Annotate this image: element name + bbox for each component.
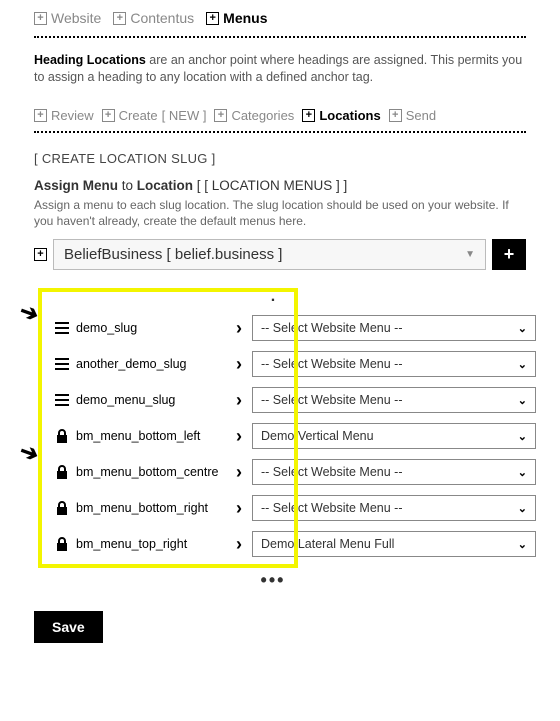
website-select-value: BeliefBusiness [ belief.business ] (64, 246, 282, 263)
save-button[interactable]: Save (34, 611, 103, 643)
lock-icon (54, 501, 70, 515)
assign-subtext: Assign a menu to each slug location. The… (34, 197, 526, 229)
menu-select[interactable]: -- Select Website Menu -- ⌄ (252, 387, 536, 413)
lock-icon (54, 537, 70, 551)
menu-select-value: -- Select Website Menu -- (261, 357, 402, 371)
tab-new-badge: [ NEW ] (162, 108, 207, 123)
plus-icon: + (214, 109, 227, 122)
assign-heading: Assign Menu to Location [ [ LOCATION MEN… (34, 178, 526, 193)
menu-select[interactable]: -- Select Website Menu -- ⌄ (252, 495, 536, 521)
chevron-right-icon: › (232, 354, 246, 375)
slug-area: . ➔ ➔ demo_slug›-- Select Website Menu -… (10, 288, 536, 591)
slug-name: bm_menu_bottom_left (76, 429, 226, 443)
drag-handle-icon[interactable] (54, 322, 70, 334)
crumb-label: Contentus (130, 10, 194, 26)
tab-label: Create (119, 108, 158, 123)
menu-select-value: -- Select Website Menu -- (261, 321, 402, 335)
plus-icon: + (206, 12, 219, 25)
slug-name: demo_menu_slug (76, 393, 226, 407)
chevron-down-icon: ⌄ (518, 502, 527, 515)
chevron-down-icon: ⌄ (518, 430, 527, 443)
tab-categories[interactable]: + Categories (214, 108, 294, 123)
tab-label: Review (51, 108, 94, 123)
divider (34, 131, 526, 133)
plus-icon: + (113, 12, 126, 25)
divider (34, 36, 526, 38)
menu-select-value: -- Select Website Menu -- (261, 393, 402, 407)
crumb-contentus[interactable]: + Contentus (113, 10, 194, 26)
chevron-right-icon: › (232, 390, 246, 411)
slug-name: bm_menu_top_right (76, 537, 226, 551)
breadcrumb: + Website + Contentus + Menus (34, 10, 526, 26)
intro-text: Heading Locations are an anchor point wh… (34, 52, 526, 86)
chevron-right-icon: › (232, 534, 246, 555)
menu-select-value: -- Select Website Menu -- (261, 465, 402, 479)
lock-icon (54, 465, 70, 479)
tab-label: Categories (231, 108, 294, 123)
menu-select[interactable]: -- Select Website Menu -- ⌄ (252, 315, 536, 341)
menu-select[interactable]: Demo Lateral Menu Full ⌄ (252, 531, 536, 557)
tab-send[interactable]: + Send (389, 108, 436, 123)
slug-row: another_demo_slug › -- Select Website Menu… (10, 346, 536, 382)
slug-row: demo_slug › -- Select Website Menu -- ⌄ (10, 310, 536, 346)
slug-name: another_demo_slug (76, 357, 226, 371)
slug-name: bm_menu_bottom_centre (76, 465, 226, 479)
chevron-right-icon: › (232, 318, 246, 339)
tab-create[interactable]: + Create [ NEW ] (102, 108, 207, 123)
tab-locations[interactable]: + Locations (302, 108, 380, 123)
slug-row: bm_menu_bottom_centre › -- Select Website … (10, 454, 536, 490)
menu-select[interactable]: Demo Vertical Menu ⌄ (252, 423, 536, 449)
slug-row: bm_menu_bottom_left › Demo Vertical Menu ⌄ (10, 418, 536, 454)
tab-label: Send (406, 108, 436, 123)
crumb-label: Menus (223, 10, 267, 26)
add-button[interactable]: + (492, 239, 526, 270)
menu-select-value: Demo Lateral Menu Full (261, 537, 394, 551)
tab-review[interactable]: + Review (34, 108, 94, 123)
chevron-down-icon: ⌄ (518, 538, 527, 551)
drag-handle-icon[interactable] (54, 358, 70, 370)
slug-row: demo_menu_slug › -- Select Website Menu --… (10, 382, 536, 418)
slug-row: bm_menu_top_right › Demo Lateral Menu Full… (10, 526, 536, 562)
slug-row: bm_menu_bottom_right › -- Select Website M… (10, 490, 536, 526)
menu-select-value: Demo Vertical Menu (261, 429, 374, 443)
crumb-menus[interactable]: + Menus (206, 10, 267, 26)
slug-name: bm_menu_bottom_right (76, 501, 226, 515)
plus-icon: + (389, 109, 402, 122)
lock-icon (54, 429, 70, 443)
plus-icon: + (34, 239, 47, 270)
chevron-down-icon: ⌄ (518, 358, 527, 371)
more-dots: ••• (10, 570, 536, 591)
chevron-down-icon: ⌄ (518, 466, 527, 479)
top-dot: . (10, 288, 536, 306)
tabs: + Review + Create [ NEW ] + Categories +… (34, 108, 526, 123)
plus-icon: + (302, 109, 315, 122)
crumb-website[interactable]: + Website (34, 10, 101, 26)
crumb-label: Website (51, 10, 101, 26)
website-select-row: + BeliefBusiness [ belief.business ] ▼ + (34, 239, 526, 270)
chevron-right-icon: › (232, 426, 246, 447)
caret-down-icon: ▼ (465, 249, 475, 260)
plus-icon: + (102, 109, 115, 122)
chevron-right-icon: › (232, 462, 246, 483)
create-location-slug-link[interactable]: [ CREATE LOCATION SLUG ] (34, 151, 526, 166)
menu-select-value: -- Select Website Menu -- (261, 501, 402, 515)
website-select[interactable]: BeliefBusiness [ belief.business ] ▼ (53, 239, 486, 270)
chevron-down-icon: ⌄ (518, 394, 527, 407)
chevron-right-icon: › (232, 498, 246, 519)
menu-select[interactable]: -- Select Website Menu -- ⌄ (252, 351, 536, 377)
drag-handle-icon[interactable] (54, 394, 70, 406)
plus-icon: + (34, 109, 47, 122)
plus-icon: + (34, 12, 47, 25)
menu-select[interactable]: -- Select Website Menu -- ⌄ (252, 459, 536, 485)
slug-name: demo_slug (76, 321, 226, 335)
chevron-down-icon: ⌄ (518, 322, 527, 335)
tab-label: Locations (319, 108, 380, 123)
